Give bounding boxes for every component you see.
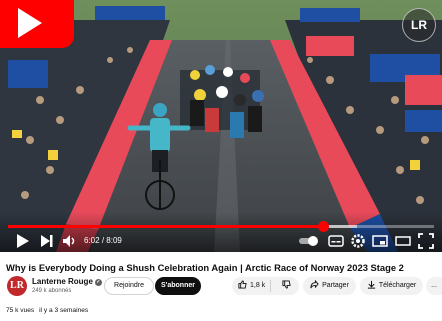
settings-icon [351,234,365,248]
youtube-play-icon [18,8,42,38]
channel-row: LR Lanterne Rouge ✓ 249 k abonnés Rejoind… [0,275,442,299]
subscribe-button[interactable]: S'abonner [155,277,201,295]
like-count: 1,8 k [250,282,266,289]
like-icon [238,280,247,289]
more-label: ... [431,282,437,289]
volume-icon [63,235,75,247]
subscriber-count: 249 k abonnés [32,288,72,294]
like-button[interactable]: 1,8 k [238,280,266,289]
download-icon [367,280,375,289]
play-button[interactable] [16,233,30,249]
miniplayer-icon [372,235,388,247]
view-count: 75 k vues [6,307,35,314]
share-label: Partager [322,282,349,289]
download-label: Télécharger [378,282,417,289]
subtitles-button[interactable] [328,233,344,249]
miniplayer-button[interactable] [372,233,388,249]
description-summary[interactable]: 75 k vues il y a 3 semaines [6,307,91,314]
theater-icon [395,236,411,246]
next-button[interactable] [40,233,54,249]
current-time: 6:02 [84,236,100,245]
share-button[interactable]: Partager [303,277,356,295]
theater-mode-button[interactable] [395,233,411,249]
mute-button[interactable] [62,233,78,249]
next-icon [41,235,53,247]
video-title: Why is Everybody Doing a Shush Celebrati… [6,262,404,273]
play-icon [17,234,29,248]
channel-name-link[interactable]: Lanterne Rouge ✓ [32,277,102,286]
channel-watermark[interactable]: LR [402,8,436,42]
dislike-button[interactable] [276,277,296,295]
autoplay-toggle[interactable] [298,233,320,249]
like-divider [270,280,271,292]
subscribe-label: S'abonner [161,282,195,289]
join-label: Rejoindre [114,282,144,289]
subtitles-icon [328,235,344,247]
more-actions-button[interactable]: ... [426,277,442,295]
dislike-icon [281,280,291,289]
channel-name: Lanterne Rouge [32,277,93,286]
upload-age: il y a 3 semaines [39,307,89,314]
progress-played [8,225,324,228]
fullscreen-button[interactable] [418,233,434,249]
progress-bar[interactable] [8,221,434,232]
duration: 8:09 [106,236,122,245]
autoplay-toggle-icon [299,236,318,246]
channel-avatar[interactable]: LR [7,276,27,296]
youtube-logo [0,0,74,48]
fullscreen-icon [418,233,434,249]
settings-button[interactable] [350,233,366,249]
verified-icon: ✓ [94,279,102,286]
share-icon [310,280,319,289]
download-button[interactable]: Télécharger [360,277,423,295]
join-button[interactable]: Rejoindre [104,277,154,295]
time-readout: 6:02 / 8:09 [84,236,122,245]
video-player[interactable]: LR 6:02 / 8:09 [0,0,442,252]
